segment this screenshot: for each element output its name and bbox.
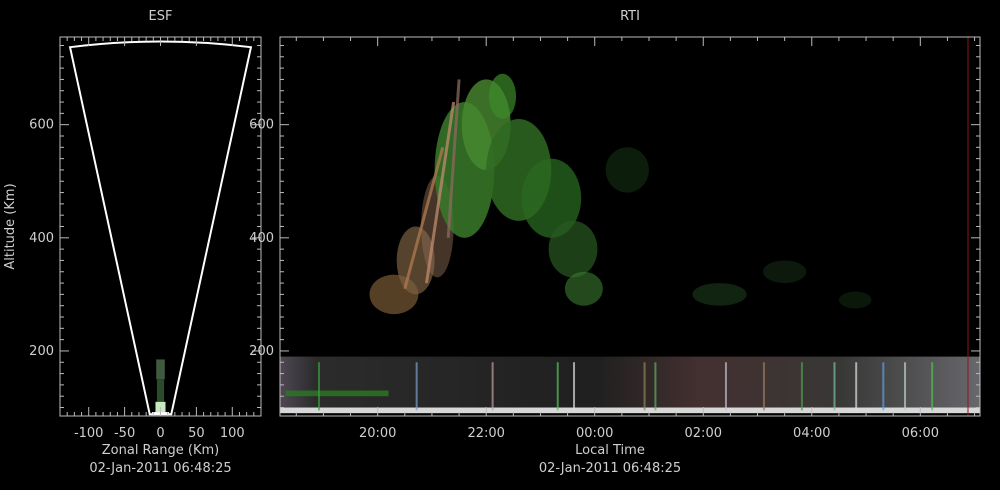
rti-timestamp: 02-Jan-2011 06:48:25 [539, 461, 681, 476]
rti-bottomside-band [280, 356, 980, 408]
esf-echo-column [151, 359, 170, 415]
rti-plume-blob [488, 73, 517, 120]
rti-title: RTI [620, 9, 640, 24]
esf-timestamp: 02-Jan-2011 06:48:25 [89, 461, 231, 476]
rti-low-echo-strip [285, 390, 389, 397]
rti-intensity-image [280, 37, 980, 416]
esf-rti-figure: ESF 200 400 600 -100 -50 0 50 100 Altitude (Km… [3, 9, 981, 476]
rti-plume-blob [692, 283, 747, 306]
rti-x-tick-label: 20:00 [359, 426, 396, 441]
esf-panel: ESF 200 400 600 -100 -50 0 50 100 Altitude (Km… [3, 9, 262, 476]
esf-x-axis-label: Zonal Range (Km) [102, 443, 219, 458]
rti-plume-blob [548, 220, 598, 278]
rti-streak [855, 362, 858, 411]
rti-plume-blob [605, 147, 649, 193]
rti-y-tick-label: 400 [249, 231, 274, 246]
rti-plume-blob [564, 271, 603, 306]
rti-streak [882, 362, 885, 411]
esf-y-axis: 200 400 600 [29, 44, 261, 409]
esf-title: ESF [149, 9, 173, 24]
esf-echo-segment [156, 359, 165, 380]
rti-streak [724, 362, 727, 411]
esf-x-tick-label: 0 [156, 426, 164, 441]
rti-streak [643, 362, 646, 411]
rti-streak [415, 362, 418, 411]
rti-plume-blob [762, 260, 807, 284]
esf-x-tick-label: -100 [74, 426, 104, 441]
rti-streak [491, 362, 494, 411]
rti-streak [762, 362, 765, 411]
esf-x-tick-label: -50 [114, 426, 135, 441]
esf-x-tick-label: 50 [188, 426, 205, 441]
rti-streak [833, 362, 836, 411]
rti-x-tick-label: 04:00 [793, 426, 830, 441]
rti-streak [800, 362, 803, 411]
rti-x-tick-label: 00:00 [576, 426, 613, 441]
rti-streak [904, 362, 907, 411]
rti-x-tick-label: 06:00 [902, 426, 939, 441]
rti-streak [556, 362, 559, 411]
rti-y-tick-label: 600 [249, 118, 274, 133]
esf-plot-frame [59, 36, 262, 417]
rti-plume-blob [838, 291, 872, 309]
rti-bottom-echo-line [280, 407, 980, 414]
esf-y-tick-label: 400 [29, 231, 54, 246]
rti-x-tick-label: 22:00 [467, 426, 504, 441]
esf-echo-segment [156, 379, 165, 402]
rti-y-axis: 200 400 600 [249, 44, 980, 409]
esf-x-tick-label: 100 [220, 426, 245, 441]
rti-streak [931, 362, 934, 411]
rti-x-axis-label: Local Time [575, 443, 645, 458]
rti-streak [573, 362, 576, 411]
rti-streak [654, 362, 657, 411]
rti-x-tick-label: 02:00 [685, 426, 722, 441]
rti-panel: RTI 200 400 600 20:00 22:00 00:00 02:00 04:00 0… [249, 9, 981, 476]
rti-y-tick-label: 200 [249, 344, 274, 359]
esf-y-tick-label: 200 [29, 344, 54, 359]
esf-y-axis-label: Altitude (Km) [3, 183, 18, 269]
rti-streak [317, 362, 320, 411]
esf-y-tick-label: 600 [29, 118, 54, 133]
esf-beam-sector [68, 40, 253, 416]
